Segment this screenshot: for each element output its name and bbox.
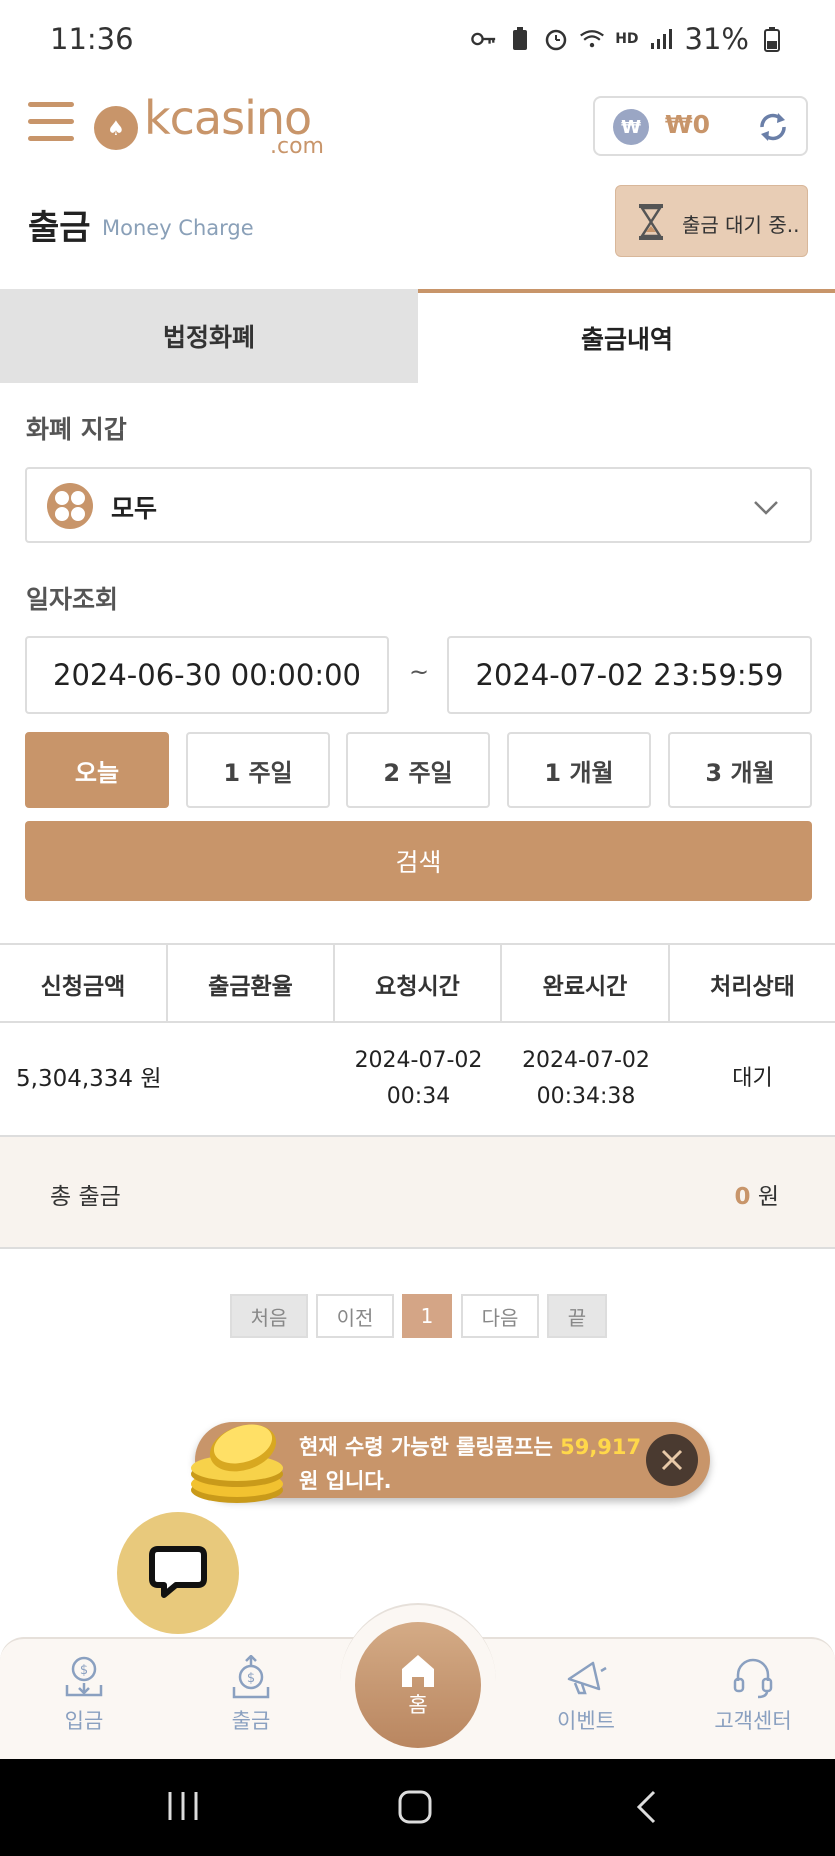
request-time: 00:34 <box>386 1084 451 1109</box>
end-date-input[interactable]: 2024-07-02 23:59:59 <box>447 636 812 714</box>
recent-apps-icon[interactable] <box>166 1789 200 1827</box>
page-title: 출금 <box>28 208 91 248</box>
page-next-button[interactable]: 다음 <box>461 1294 539 1338</box>
date-separator: ~ <box>409 658 430 686</box>
rolling-amount: 59,917 <box>560 1435 642 1459</box>
status-icons: HD 31% <box>471 22 785 56</box>
chat-bubble-icon <box>149 1546 207 1598</box>
range-3month-button[interactable]: 3 개월 <box>668 732 812 808</box>
withdraw-icon: $ <box>232 1655 270 1699</box>
total-amount: 0 <box>734 1184 751 1210</box>
range-2week-button[interactable]: 2 주일 <box>346 732 490 808</box>
headset-icon <box>733 1658 773 1699</box>
request-date: 2024-07-02 <box>354 1048 483 1073</box>
start-date-input[interactable]: 2024-06-30 00:00:00 <box>25 636 389 714</box>
won-coin-icon: ₩ <box>613 109 649 145</box>
spade-chip-icon: ♠ <box>94 106 138 150</box>
page-subtitle: Money Charge <box>102 216 254 240</box>
wifi-icon <box>579 26 605 52</box>
refresh-icon[interactable] <box>754 108 792 146</box>
column-header-rate: 출금환율 <box>168 945 335 1023</box>
battery-saver-icon <box>507 26 533 52</box>
system-nav-bar <box>0 1759 835 1856</box>
status-time: 11:36 <box>50 22 134 56</box>
table-header: 신청금액 출금환율 요청시간 완료시간 처리상태 <box>0 943 835 1023</box>
cell-rate <box>168 1023 335 1135</box>
total-label: 총 출금 <box>50 1184 121 1210</box>
nav-support-label: 고객센터 <box>714 1709 792 1733</box>
page-current-button[interactable]: 1 <box>402 1294 452 1338</box>
status-bar: 11:36 HD 31% <box>0 0 835 84</box>
withdrawal-table: 신청금액 출금환율 요청시간 완료시간 처리상태 5,304,334 원 202… <box>0 943 835 1249</box>
column-header-complete-time: 완료시간 <box>502 945 670 1023</box>
wallet-amount: ₩0 <box>665 110 710 139</box>
page-last-button[interactable]: 끝 <box>547 1294 607 1338</box>
rolling-comp-message: 현재 수령 가능한 롤링콤프는 59,917 원 입니다. <box>299 1430 641 1498</box>
menu-icon[interactable] <box>28 102 74 148</box>
logo[interactable]: ♠ kcasino .com <box>94 94 324 164</box>
chat-button[interactable] <box>117 1512 239 1634</box>
tabs: 법정화폐 출금내역 <box>0 289 835 383</box>
all-wallets-icon <box>47 483 93 529</box>
rolling-text-before: 현재 수령 가능한 롤링콤프는 <box>299 1435 553 1459</box>
cell-amount: 5,304,334 원 <box>16 1066 162 1092</box>
deposit-icon: $ <box>65 1656 103 1697</box>
rolling-text-after: 원 입니다. <box>299 1469 392 1493</box>
wallet-select[interactable]: 모두 <box>25 467 812 543</box>
pending-withdrawal-label: 출금 대기 중.. <box>682 213 800 237</box>
tab-withdrawal-history[interactable]: 출금내역 <box>418 289 835 383</box>
complete-time: 00:34:38 <box>536 1084 636 1109</box>
tab-fiat[interactable]: 법정화폐 <box>0 289 418 383</box>
nav-event-label: 이벤트 <box>557 1709 615 1733</box>
nav-withdraw-label: 출금 <box>231 1709 271 1733</box>
svg-text:$: $ <box>247 1671 255 1686</box>
rolling-comp-banner[interactable]: 현재 수령 가능한 롤링콤프는 59,917 원 입니다. <box>191 1422 710 1503</box>
gold-coins-icon <box>187 1412 297 1508</box>
date-section-label: 일자조회 <box>26 585 119 614</box>
range-1month-button[interactable]: 1 개월 <box>507 732 651 808</box>
search-button[interactable]: 검색 <box>25 821 812 901</box>
nav-withdraw[interactable]: $ 출금 <box>191 1655 311 1735</box>
total-unit: 원 <box>757 1184 779 1210</box>
home-system-icon[interactable] <box>397 1789 433 1829</box>
cell-complete-time: 2024-07-02 00:34:38 <box>502 1023 670 1135</box>
range-1week-button[interactable]: 1 주일 <box>186 732 330 808</box>
battery-icon <box>759 26 785 52</box>
cell-status: 대기 <box>732 1066 773 1091</box>
wallet-select-value: 모두 <box>111 494 158 523</box>
signal-icon <box>649 26 675 52</box>
table-row: 5,304,334 원 2024-07-02 00:34 2024-07-02 … <box>0 1023 835 1137</box>
network-label: HD <box>615 31 639 47</box>
logo-suffix: .com <box>270 134 324 159</box>
range-today-button[interactable]: 오늘 <box>25 732 169 808</box>
chevron-down-icon <box>752 493 780 521</box>
total-value: 0 원 <box>735 1177 780 1211</box>
page-first-button[interactable]: 처음 <box>230 1294 308 1338</box>
home-icon <box>402 1655 434 1687</box>
svg-text:$: $ <box>80 1663 88 1678</box>
total-row: 총 출금 0 원 <box>0 1137 835 1249</box>
wallet-section-label: 화폐 지갑 <box>26 415 127 444</box>
nav-home-label: 홈 <box>408 1693 428 1717</box>
nav-deposit-label: 입금 <box>64 1709 104 1733</box>
column-header-status: 처리상태 <box>710 974 795 1000</box>
cell-request-time: 2024-07-02 00:34 <box>335 1023 502 1135</box>
wallet-balance[interactable]: ₩ ₩0 <box>593 96 808 156</box>
nav-event[interactable]: 이벤트 <box>526 1655 646 1735</box>
hourglass-icon <box>636 202 666 242</box>
nav-deposit[interactable]: $ 입금 <box>24 1655 144 1735</box>
nav-home[interactable]: 홈 <box>355 1622 481 1748</box>
column-header-request-time: 요청시간 <box>335 945 502 1023</box>
key-icon <box>471 26 497 52</box>
close-icon[interactable] <box>646 1434 698 1486</box>
column-header-amount: 신청금액 <box>0 945 168 1023</box>
complete-date: 2024-07-02 <box>522 1048 650 1073</box>
megaphone-icon <box>567 1661 607 1695</box>
back-icon[interactable] <box>634 1789 658 1829</box>
nav-support[interactable]: 고객센터 <box>693 1655 813 1735</box>
battery-percent: 31% <box>684 22 749 56</box>
alarm-icon <box>543 26 569 52</box>
page-prev-button[interactable]: 이전 <box>316 1294 394 1338</box>
pending-withdrawal-button[interactable]: 출금 대기 중.. <box>615 185 808 257</box>
